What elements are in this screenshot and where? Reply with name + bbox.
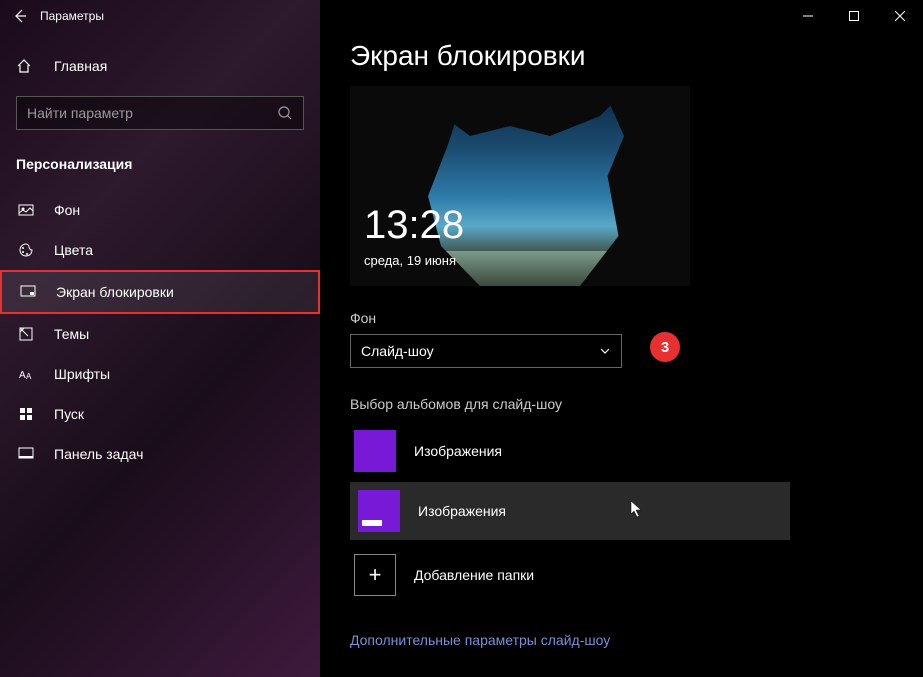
titlebar: Параметры	[0, 0, 923, 32]
album-item[interactable]: Изображения	[350, 482, 790, 540]
cursor-icon	[630, 500, 644, 518]
search-input[interactable]	[27, 105, 277, 121]
album-label: Изображения	[414, 443, 502, 459]
page-title: Экран блокировки	[350, 40, 893, 72]
sidebar-item-background[interactable]: Фон	[0, 190, 320, 230]
album-label: Изображения	[418, 503, 506, 519]
search-box[interactable]	[16, 96, 304, 130]
start-icon	[16, 406, 36, 422]
close-button[interactable]	[877, 0, 923, 32]
content-area: Экран блокировки 13:28 среда, 19 июня Фо…	[320, 0, 923, 677]
album-thumbnail	[354, 430, 396, 472]
advanced-slideshow-link[interactable]: Дополнительные параметры слайд-шоу	[350, 632, 610, 648]
picture-icon	[16, 202, 36, 218]
taskbar-icon	[16, 446, 36, 462]
svg-text:A: A	[26, 372, 32, 381]
category-header: Персонализация	[0, 142, 320, 190]
album-thumbnail	[358, 490, 400, 532]
sidebar-item-taskbar[interactable]: Панель задач	[0, 434, 320, 474]
svg-text:A: A	[19, 370, 26, 381]
lock-screen-icon	[18, 284, 38, 300]
dropdown-value: Слайд-шоу	[361, 343, 434, 359]
sidebar-item-start[interactable]: Пуск	[0, 394, 320, 434]
home-label: Главная	[54, 58, 107, 74]
minimize-icon	[803, 11, 813, 21]
sidebar: Главная Персонализация Фон Цвета Экран б…	[0, 0, 320, 677]
arrow-left-icon	[12, 8, 28, 24]
maximize-button[interactable]	[831, 0, 877, 32]
add-folder-button[interactable]: + Добавление папки	[350, 546, 790, 604]
palette-icon	[16, 242, 36, 258]
home-nav[interactable]: Главная	[0, 48, 320, 84]
themes-icon	[16, 326, 36, 342]
search-icon	[277, 105, 293, 121]
preview-time: 13:28	[364, 203, 464, 248]
sidebar-item-label: Темы	[54, 326, 89, 342]
sidebar-item-label: Шрифты	[54, 366, 110, 382]
annotation-badge-3: 3	[650, 332, 680, 362]
sidebar-item-themes[interactable]: Темы	[0, 314, 320, 354]
add-folder-label: Добавление папки	[414, 567, 534, 583]
sidebar-item-label: Фон	[54, 202, 80, 218]
background-dropdown[interactable]: Слайд-шоу	[350, 334, 622, 368]
sidebar-item-label: Цвета	[54, 242, 93, 258]
plus-icon: +	[354, 554, 396, 596]
home-icon	[16, 58, 36, 74]
sidebar-item-fonts[interactable]: AA Шрифты	[0, 354, 320, 394]
window-title: Параметры	[40, 9, 104, 23]
background-label: Фон	[350, 310, 893, 326]
chevron-down-icon	[599, 345, 611, 357]
preview-date: среда, 19 июня	[364, 253, 456, 268]
fonts-icon: AA	[16, 366, 36, 382]
sidebar-item-label: Пуск	[54, 406, 84, 422]
album-item[interactable]: Изображения	[350, 422, 790, 480]
sidebar-item-colors[interactable]: Цвета	[0, 230, 320, 270]
lockscreen-preview: 13:28 среда, 19 июня	[350, 86, 690, 286]
maximize-icon	[849, 11, 859, 21]
close-icon	[895, 11, 905, 21]
sidebar-item-label: Экран блокировки	[56, 284, 174, 300]
back-button[interactable]	[0, 0, 40, 32]
minimize-button[interactable]	[785, 0, 831, 32]
albums-label: Выбор альбомов для слайд-шоу	[350, 396, 893, 412]
sidebar-item-lockscreen[interactable]: Экран блокировки	[0, 270, 320, 314]
sidebar-item-label: Панель задач	[54, 446, 143, 462]
